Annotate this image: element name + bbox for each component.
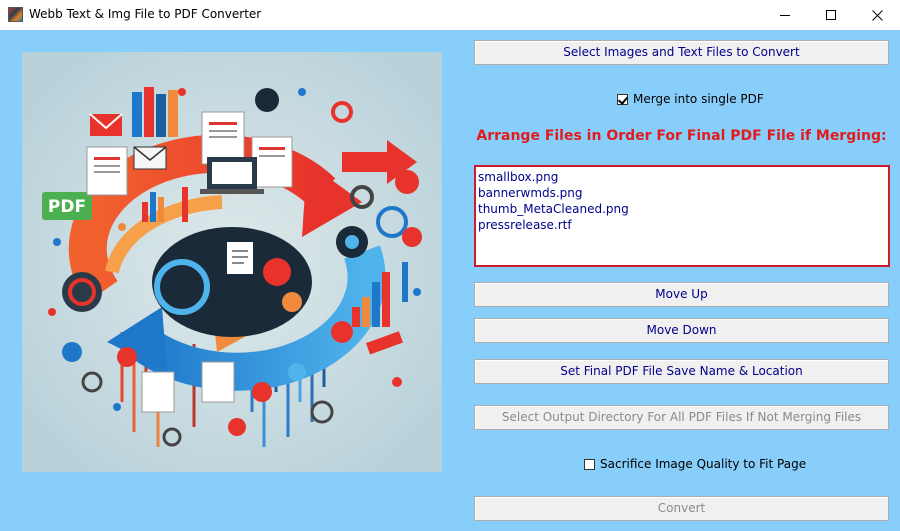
quality-checkbox-label: Sacrifice Image Quality to Fit Page — [600, 457, 807, 471]
merge-checkbox-row[interactable]: Merge into single PDF — [617, 92, 764, 106]
maximize-icon[interactable] — [808, 0, 854, 30]
app-window: Webb Text & Img File to PDF Converter PD… — [0, 0, 900, 531]
set-save-location-button[interactable]: Set Final PDF File Save Name & Location — [474, 359, 889, 384]
quality-checkbox[interactable] — [584, 458, 595, 470]
pdf-conversion-illustration-icon: PDF — [22, 52, 442, 472]
title-bar: Webb Text & Img File to PDF Converter — [0, 0, 900, 30]
arrange-files-heading: Arrange Files in Order For Final PDF Fil… — [476, 128, 887, 144]
select-output-directory-button[interactable]: Select Output Directory For All PDF File… — [474, 405, 889, 430]
list-item[interactable]: smallbox.png — [478, 169, 886, 185]
app-icon — [8, 7, 23, 22]
file-order-listbox[interactable]: smallbox.png bannerwmds.png thumb_MetaCl… — [474, 165, 890, 267]
window-title: Webb Text & Img File to PDF Converter — [29, 7, 262, 21]
close-icon[interactable] — [854, 0, 900, 30]
list-item[interactable]: pressrelease.rtf — [478, 217, 886, 233]
move-up-button[interactable]: Move Up — [474, 282, 889, 307]
hero-illustration: PDF — [22, 52, 442, 472]
quality-checkbox-row[interactable]: Sacrifice Image Quality to Fit Page — [584, 457, 806, 471]
merge-checkbox[interactable] — [617, 93, 628, 105]
list-item[interactable]: bannerwmds.png — [478, 185, 886, 201]
select-files-button[interactable]: Select Images and Text Files to Convert — [474, 40, 889, 65]
move-down-button[interactable]: Move Down — [474, 318, 889, 343]
convert-button[interactable]: Convert — [474, 496, 889, 521]
list-item[interactable]: thumb_MetaCleaned.png — [478, 201, 886, 217]
merge-checkbox-label: Merge into single PDF — [633, 92, 764, 106]
pdf-badge-label: PDF — [48, 197, 86, 217]
minimize-icon[interactable] — [762, 0, 808, 30]
